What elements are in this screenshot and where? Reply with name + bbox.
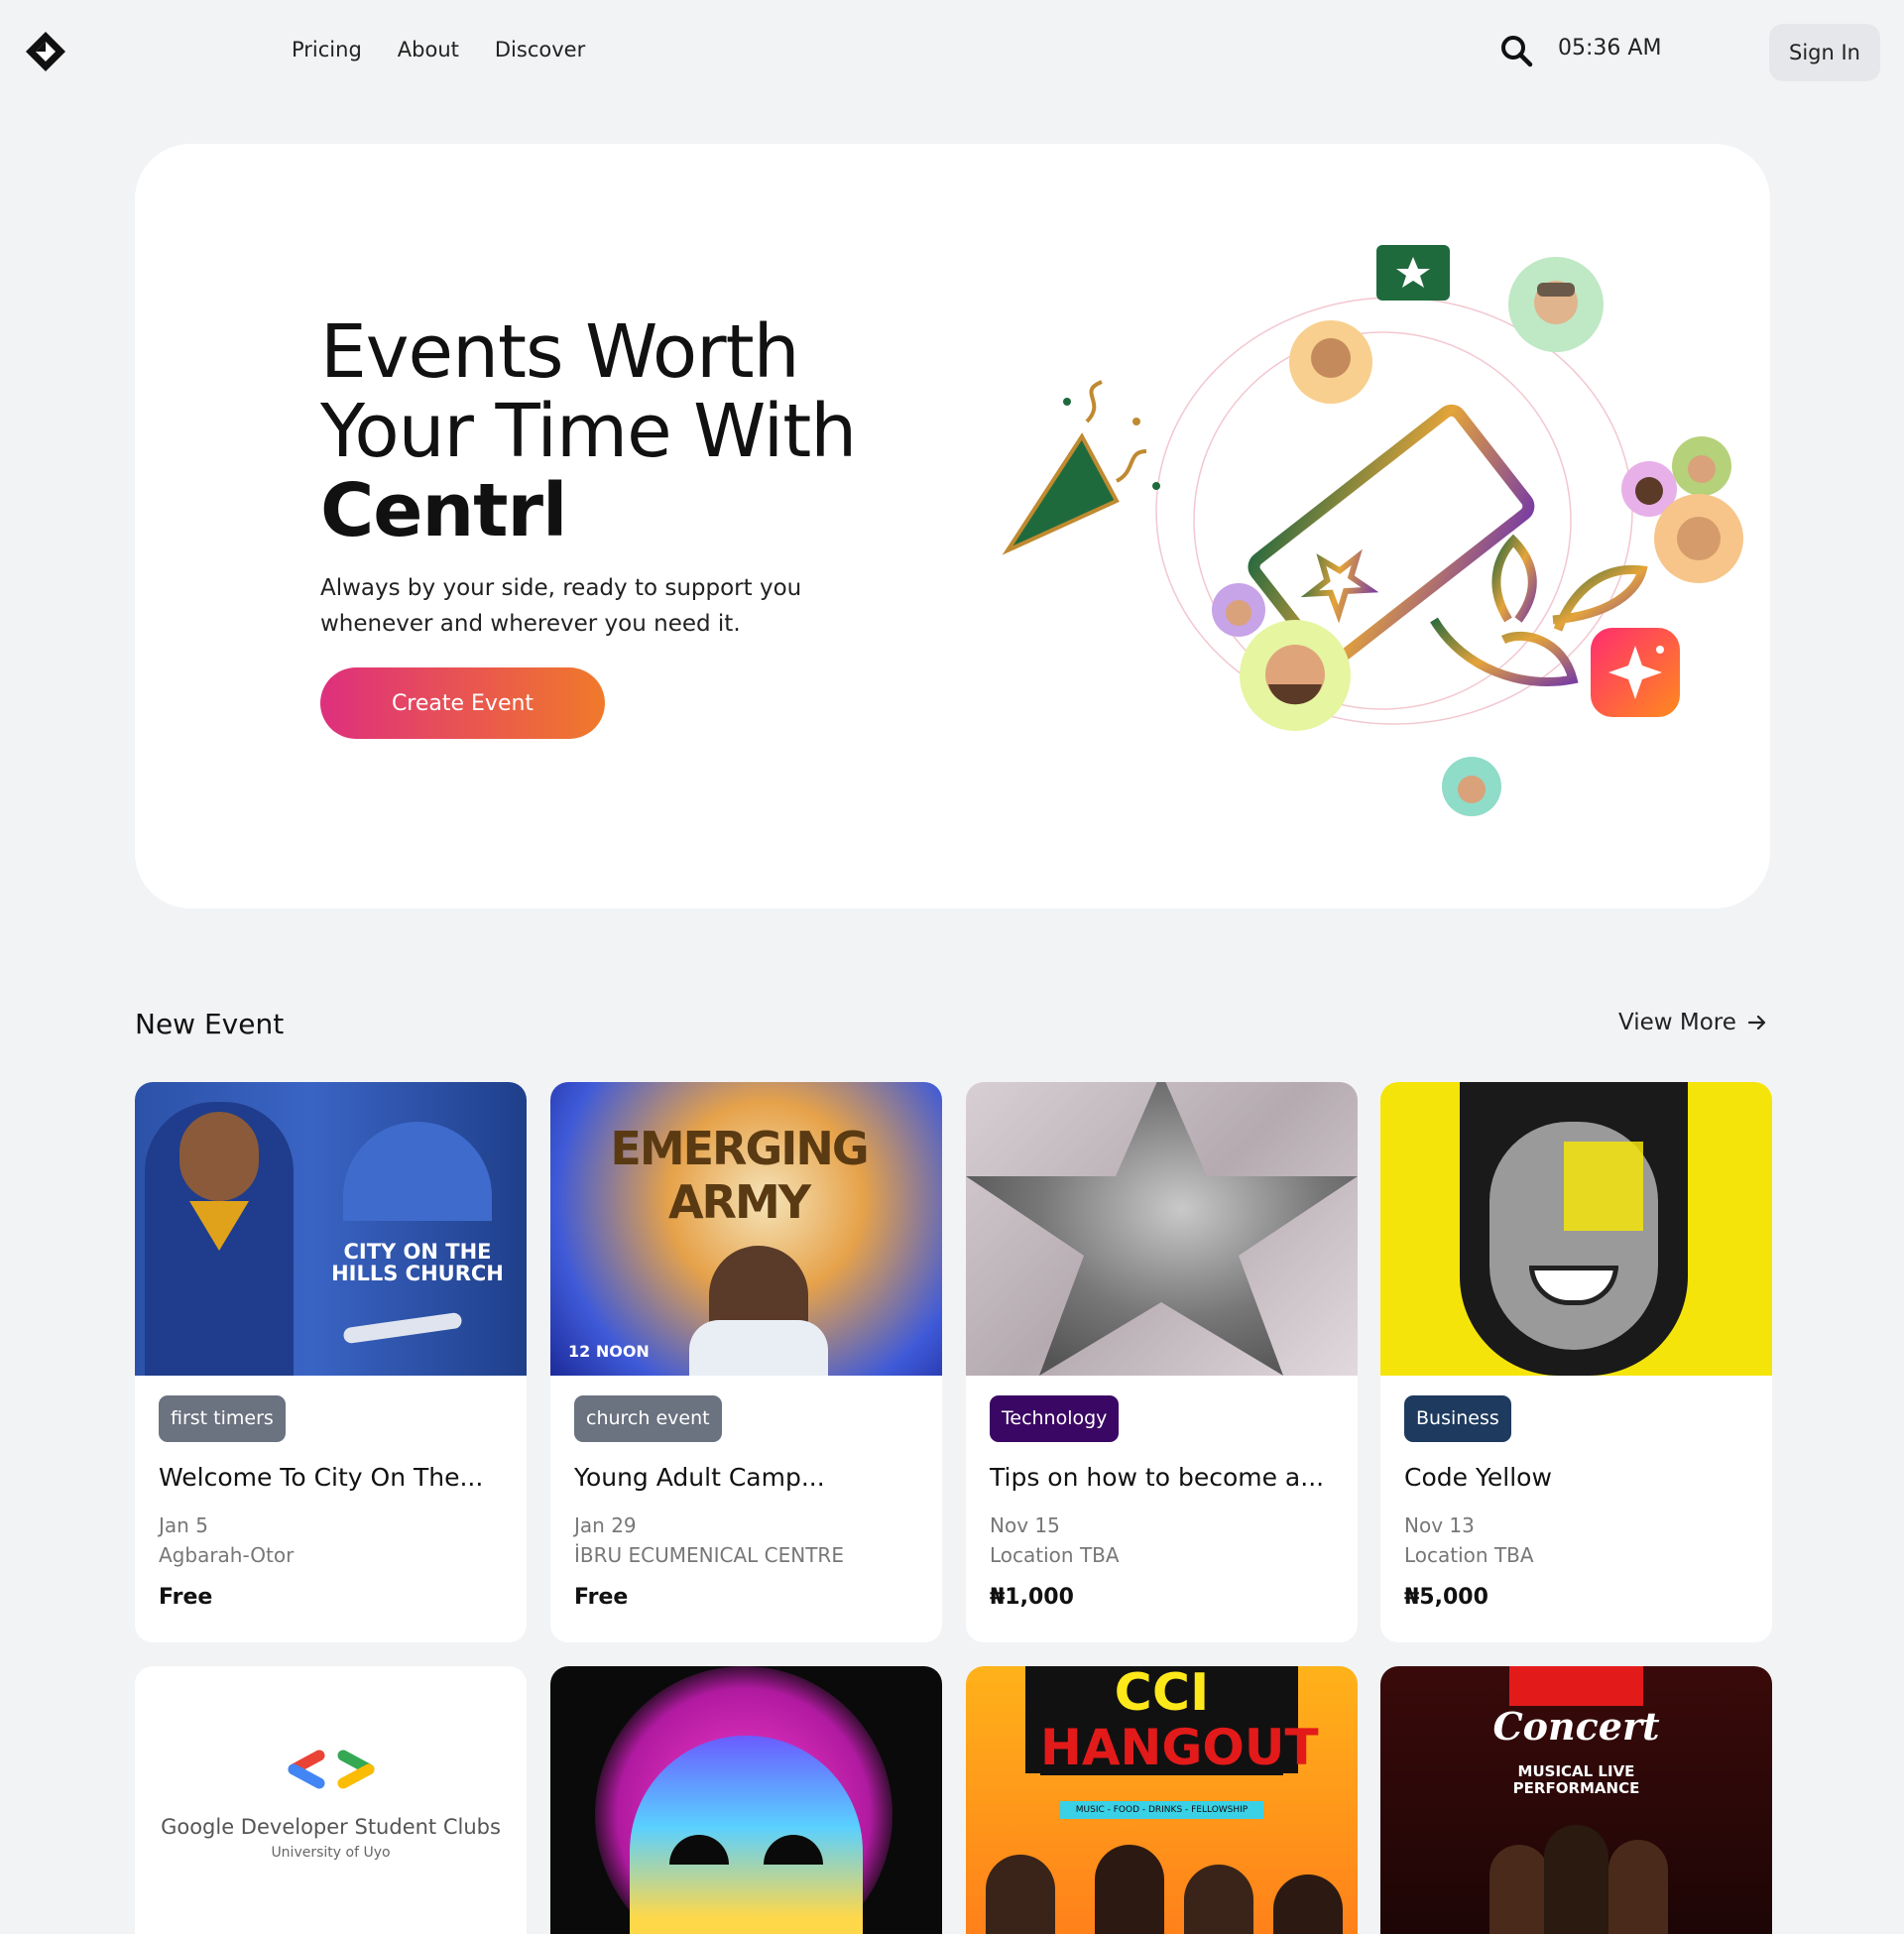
view-more-label: View More <box>1618 1010 1736 1035</box>
event-poster <box>550 1666 942 1934</box>
category-tag: church event <box>574 1395 722 1442</box>
hero-subtitle: Always by your side, ready to support yo… <box>320 575 802 637</box>
event-title: Welcome To City On The... <box>159 1463 484 1492</box>
ticket-badge-icon <box>1376 245 1450 301</box>
category-tag: Technology <box>990 1395 1120 1442</box>
event-title: Tips on how to become a... <box>990 1463 1325 1492</box>
category-tag: Business <box>1404 1395 1511 1442</box>
event-price: ₦5,000 <box>1404 1585 1488 1610</box>
poster-text: EMERGING ARMY <box>610 1122 869 1229</box>
clock-time: 05:36 AM <box>1558 36 1662 60</box>
event-date: Nov 15 <box>990 1513 1060 1537</box>
arrow-right-icon <box>1747 1015 1766 1030</box>
search-icon[interactable] <box>1499 34 1533 67</box>
hero-title: Events Worth Your Time With Centrl <box>320 309 857 553</box>
event-card[interactable]: Google Developer Student Clubs Universit… <box>135 1666 527 1934</box>
hero-line-1: Events Worth <box>320 309 800 395</box>
sparkle-app-icon <box>1591 628 1680 717</box>
event-poster: CCI WARRI HANGOUT MUSIC - FOOD - DRINKS … <box>966 1666 1358 1934</box>
create-event-button[interactable]: Create Event <box>320 667 605 739</box>
nav-links: Pricing About Discover <box>292 38 585 61</box>
star-icon <box>966 1082 1358 1376</box>
event-card[interactable]: Concert MUSICAL LIVE PERFORMANCE <box>1380 1666 1772 1934</box>
hero-brand: Centrl <box>320 468 567 553</box>
event-card[interactable]: CCI WARRI HANGOUT MUSIC - FOOD - DRINKS … <box>966 1666 1358 1934</box>
hero-illustration <box>1002 245 1743 816</box>
poster-text: Concert <box>1492 1704 1660 1749</box>
nav-discover[interactable]: Discover <box>495 38 585 61</box>
event-location: Location TBA <box>990 1543 1120 1567</box>
event-poster <box>966 1082 1358 1376</box>
category-tag: first timers <box>159 1395 286 1442</box>
event-location: Location TBA <box>1404 1543 1534 1567</box>
event-date: Jan 5 <box>159 1513 208 1537</box>
sign-in-button[interactable]: Sign In <box>1769 24 1880 81</box>
event-card[interactable]: Technology Tips on how to become a... No… <box>966 1082 1358 1642</box>
event-poster: CITY ON THE HILLS CHURCH <box>135 1082 527 1376</box>
event-card[interactable]: CITY ON THE HILLS CHURCH first timers We… <box>135 1082 527 1642</box>
hero-panel: Events Worth Your Time With Centrl Alway… <box>135 144 1770 908</box>
event-poster: Google Developer Student Clubs Universit… <box>135 1666 527 1934</box>
event-price: Free <box>574 1585 629 1610</box>
event-card[interactable]: Business Code Yellow Nov 13 Location TBA… <box>1380 1082 1772 1642</box>
poster-text: Google Developer Student Clubs <box>161 1815 501 1839</box>
event-title: Young Adult Camp... <box>574 1463 825 1492</box>
party-popper-icon <box>1002 380 1160 555</box>
poster-subtext: MUSICAL LIVE PERFORMANCE <box>1512 1762 1640 1797</box>
event-location: İBRU ECUMENICAL CENTRE <box>574 1543 844 1567</box>
event-poster: EMERGING ARMY 12 NOON <box>550 1082 942 1376</box>
nav-pricing[interactable]: Pricing <box>292 38 362 61</box>
event-poster <box>1380 1082 1772 1376</box>
event-card[interactable] <box>550 1666 942 1934</box>
poster-subtext: HANGOUT <box>1040 1719 1319 1776</box>
centrl-logo-icon[interactable] <box>24 30 67 73</box>
event-price: ₦1,000 <box>990 1585 1074 1610</box>
hero-line-2: Your Time With <box>320 389 857 474</box>
poster-subtext: University of Uyo <box>271 1845 391 1861</box>
event-date: Jan 29 <box>574 1513 637 1537</box>
event-date: Nov 13 <box>1404 1513 1475 1537</box>
event-location: Agbarah-Otor <box>159 1543 295 1567</box>
view-more-link[interactable]: View More <box>1618 1010 1768 1035</box>
event-poster: Concert MUSICAL LIVE PERFORMANCE <box>1380 1666 1772 1934</box>
event-title: Code Yellow <box>1404 1463 1552 1492</box>
event-price: Free <box>159 1585 213 1610</box>
top-nav: Pricing About Discover 05:36 AM Sign In <box>0 0 1904 103</box>
section-title: New Event <box>135 1008 285 1040</box>
event-card[interactable]: EMERGING ARMY 12 NOON church event Young… <box>550 1082 942 1642</box>
gdsc-logo-icon <box>288 1750 375 1789</box>
poster-text: CITY ON THE HILLS CHURCH <box>331 1240 504 1285</box>
poster-subtext: 12 NOON <box>568 1342 650 1361</box>
nav-about[interactable]: About <box>398 38 459 61</box>
poster-strip: MUSIC - FOOD - DRINKS - FELLOWSHIP <box>1060 1801 1263 1819</box>
